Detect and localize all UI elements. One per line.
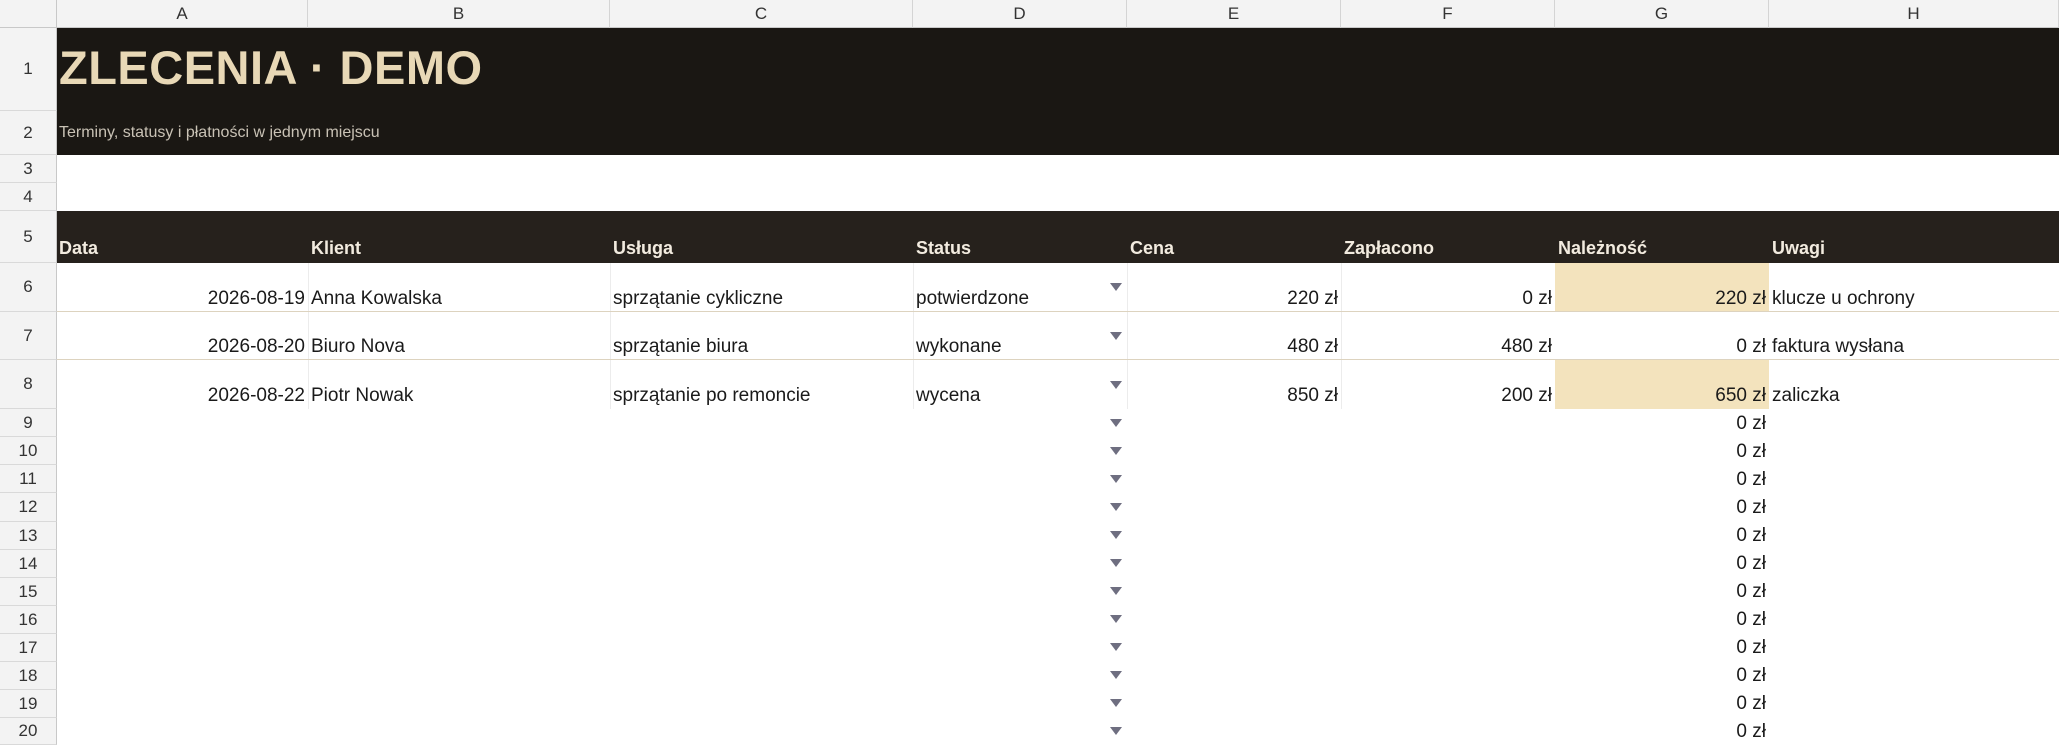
cell-client[interactable]: Piotr Nowak: [311, 385, 413, 407]
header-price[interactable]: Cena: [1130, 238, 1174, 259]
row-header-13[interactable]: 13: [0, 522, 57, 550]
triangle-down-icon[interactable]: [1110, 475, 1122, 483]
column-header-e[interactable]: E: [1127, 0, 1341, 28]
row-header-7[interactable]: 7: [0, 312, 57, 360]
cell-notes[interactable]: zaliczka: [1772, 385, 1840, 407]
column-separator: [308, 263, 309, 409]
triangle-down-icon[interactable]: [1110, 699, 1122, 707]
cell-notes[interactable]: klucze u ochrony: [1772, 288, 1915, 310]
cell-paid[interactable]: 200 zł: [1344, 385, 1552, 407]
cell-client[interactable]: Anna Kowalska: [311, 288, 442, 310]
row-header-17[interactable]: 17: [0, 634, 57, 662]
cell-due[interactable]: 0 zł: [1558, 525, 1766, 547]
cell-due[interactable]: 0 zł: [1558, 441, 1766, 463]
column-header-f[interactable]: F: [1341, 0, 1555, 28]
cell-due[interactable]: 0 zł: [1558, 469, 1766, 491]
header-paid[interactable]: Zapłacono: [1344, 238, 1434, 259]
header-service[interactable]: Usługa: [613, 238, 673, 259]
triangle-down-icon[interactable]: [1110, 587, 1122, 595]
sheet-subtitle[interactable]: Terminy, statusy i płatności w jednym mi…: [59, 124, 380, 142]
column-separator: [1341, 263, 1342, 409]
row-header-19[interactable]: 19: [0, 690, 57, 718]
row-header-14[interactable]: 14: [0, 550, 57, 578]
cell-due[interactable]: 0 zł: [1558, 693, 1766, 715]
cell-service[interactable]: sprzątanie biura: [613, 336, 748, 358]
cell-status[interactable]: potwierdzone: [916, 288, 1029, 310]
cell-due[interactable]: 0 zł: [1558, 336, 1766, 358]
triangle-down-icon[interactable]: [1110, 283, 1122, 291]
row-header-18[interactable]: 18: [0, 662, 57, 690]
column-header-b[interactable]: B: [308, 0, 610, 28]
cell-due[interactable]: 0 zł: [1558, 637, 1766, 659]
cell-due[interactable]: 650 zł: [1558, 385, 1766, 407]
row-header-15[interactable]: 15: [0, 578, 57, 606]
triangle-down-icon[interactable]: [1110, 531, 1122, 539]
row-header-16[interactable]: 16: [0, 606, 57, 634]
row-header-9[interactable]: 9: [0, 409, 57, 437]
triangle-down-icon[interactable]: [1110, 419, 1122, 427]
column-header-h[interactable]: H: [1769, 0, 2059, 28]
cell-due[interactable]: 0 zł: [1558, 665, 1766, 687]
header-notes[interactable]: Uwagi: [1772, 238, 1825, 259]
triangle-down-icon[interactable]: [1110, 643, 1122, 651]
column-header-c[interactable]: C: [610, 0, 913, 28]
sheet-title[interactable]: ZLECENIA · DEMO: [59, 40, 483, 95]
cell-due[interactable]: 0 zł: [1558, 581, 1766, 603]
row-header-3[interactable]: 3: [0, 155, 57, 183]
spreadsheet-grid: A B C D E F G H 1 2 3 4 5 6 7 8 9 10 11 …: [0, 0, 2059, 745]
cell-due[interactable]: 0 zł: [1558, 553, 1766, 575]
cell-paid[interactable]: 0 zł: [1344, 288, 1552, 310]
row-divider: [57, 311, 2059, 312]
row-header-12[interactable]: 12: [0, 493, 57, 522]
column-separator: [913, 263, 914, 409]
cell-due[interactable]: 0 zł: [1558, 413, 1766, 435]
row-header-4[interactable]: 4: [0, 183, 57, 211]
cell-status[interactable]: wycena: [916, 385, 980, 407]
row-header-8[interactable]: 8: [0, 360, 57, 409]
cell-due[interactable]: 0 zł: [1558, 497, 1766, 519]
cell-due[interactable]: 0 zł: [1558, 609, 1766, 631]
cell-due[interactable]: 0 zł: [1558, 721, 1766, 743]
header-date[interactable]: Data: [59, 238, 98, 259]
row-header-2[interactable]: 2: [0, 111, 57, 155]
row-divider: [57, 359, 2059, 360]
cell-notes[interactable]: faktura wysłana: [1772, 336, 1904, 358]
cell-status[interactable]: wykonane: [916, 336, 1002, 358]
cell-date[interactable]: 2026-08-19: [60, 288, 305, 310]
header-status[interactable]: Status: [916, 238, 971, 259]
row-header-11[interactable]: 11: [0, 465, 57, 493]
triangle-down-icon[interactable]: [1110, 559, 1122, 567]
triangle-down-icon[interactable]: [1110, 332, 1122, 340]
cell-due[interactable]: 220 zł: [1558, 288, 1766, 310]
cell-service[interactable]: sprzątanie po remoncie: [613, 385, 811, 407]
row-header-6[interactable]: 6: [0, 263, 57, 312]
select-all-corner[interactable]: [0, 0, 57, 28]
column-header-g[interactable]: G: [1555, 0, 1769, 28]
cell-date[interactable]: 2026-08-20: [60, 336, 305, 358]
column-separator: [610, 263, 611, 409]
triangle-down-icon[interactable]: [1110, 727, 1122, 735]
cell-paid[interactable]: 480 zł: [1344, 336, 1552, 358]
triangle-down-icon[interactable]: [1110, 671, 1122, 679]
header-client[interactable]: Klient: [311, 238, 361, 259]
row-header-5[interactable]: 5: [0, 211, 57, 263]
column-header-a[interactable]: A: [57, 0, 308, 28]
cell-price[interactable]: 480 zł: [1130, 336, 1338, 358]
column-separator: [1127, 263, 1128, 409]
cell-client[interactable]: Biuro Nova: [311, 336, 405, 358]
column-header-d[interactable]: D: [913, 0, 1127, 28]
cell-date[interactable]: 2026-08-22: [60, 385, 305, 407]
triangle-down-icon[interactable]: [1110, 503, 1122, 511]
cell-service[interactable]: sprzątanie cykliczne: [613, 288, 783, 310]
row-header-20[interactable]: 20: [0, 718, 57, 745]
triangle-down-icon[interactable]: [1110, 381, 1122, 389]
row-header-1[interactable]: 1: [0, 28, 57, 111]
triangle-down-icon[interactable]: [1110, 447, 1122, 455]
cell-price[interactable]: 220 zł: [1130, 288, 1338, 310]
triangle-down-icon[interactable]: [1110, 615, 1122, 623]
cell-price[interactable]: 850 zł: [1130, 385, 1338, 407]
header-due[interactable]: Należność: [1558, 238, 1647, 259]
row-header-10[interactable]: 10: [0, 437, 57, 465]
